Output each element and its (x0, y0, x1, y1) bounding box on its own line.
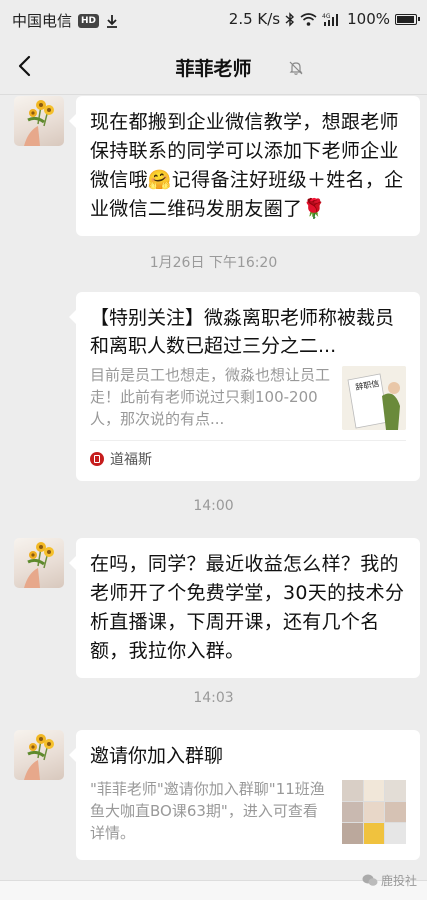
chat-header: 菲菲老师 (0, 38, 427, 95)
invite-title: 邀请你加入群聊 (90, 745, 224, 767)
chat-title[interactable]: 菲菲老师 (0, 54, 427, 81)
source-logo-icon (90, 452, 104, 466)
message-text: 在吗，同学？最近收益怎么样？我的老师开了个免费学堂，30天的技术分析直播课，下周… (90, 553, 405, 662)
message-bubble[interactable]: 在吗，同学？最近收益怎么样？我的老师开了个免费学堂，30天的技术分析直播课，下周… (69, 538, 420, 678)
wifi-icon (300, 12, 317, 26)
watermark: 鹿投社 (362, 872, 417, 889)
article-description: 目前是员工也想走，微淼也想让员工走！此前有老师说过只剩100-200人，那次说的… (90, 366, 331, 428)
sender-avatar[interactable] (14, 96, 64, 146)
message-bubble[interactable]: 现在都搬到企业微信教学，想跟老师保持联系的同学可以添加下老师企业微信哦🤗记得备注… (69, 96, 420, 236)
article-title: 【特别关注】微淼离职老师称被裁员和离职人数已超过三分之二... (90, 307, 395, 357)
carrier-label: 中国电信 (12, 12, 73, 30)
watermark-text: 鹿投社 (380, 874, 417, 888)
invite-description: "菲菲老师"邀请你加入群聊"11班渔鱼大咖直BO课63期"，进入可查看详情。 (90, 780, 325, 842)
network-type: 4G (322, 13, 331, 20)
wechat-logo-icon (362, 874, 378, 886)
group-avatar-grid (342, 780, 406, 844)
hd-badge: HD (78, 13, 100, 28)
battery-percent: 100% (347, 10, 390, 28)
timestamp: 1月26日 下午16:20 (149, 255, 278, 271)
battery-level (397, 15, 414, 23)
group-invite-card[interactable]: 邀请你加入群聊 "菲菲老师"邀请你加入群聊"11班渔鱼大咖直BO课63期"，进入… (69, 730, 420, 860)
sender-avatar[interactable] (14, 730, 64, 780)
article-source: 道福斯 (90, 440, 406, 469)
rose-emoji-icon: 🌹 (302, 198, 327, 220)
status-bar: 中国电信 HD 2.5 K/s 4G 100% (0, 0, 427, 38)
source-name: 道福斯 (110, 452, 152, 468)
timestamp: 14:00 (193, 498, 234, 514)
signal-icon: 4G (322, 13, 339, 26)
timestamp: 14:03 (193, 690, 234, 706)
network-speed: 2.5 K/s (228, 10, 281, 28)
mute-bell-icon (289, 61, 303, 75)
bluetooth-icon (285, 11, 295, 27)
battery-icon (395, 13, 420, 25)
download-icon (107, 14, 118, 28)
hug-emoji-icon: 🤗 (147, 169, 172, 191)
article-thumbnail: 辞职信 (342, 366, 406, 430)
sender-avatar[interactable] (14, 538, 64, 588)
article-link-card[interactable]: 【特别关注】微淼离职老师称被裁员和离职人数已超过三分之二... 目前是员工也想走… (69, 292, 420, 481)
